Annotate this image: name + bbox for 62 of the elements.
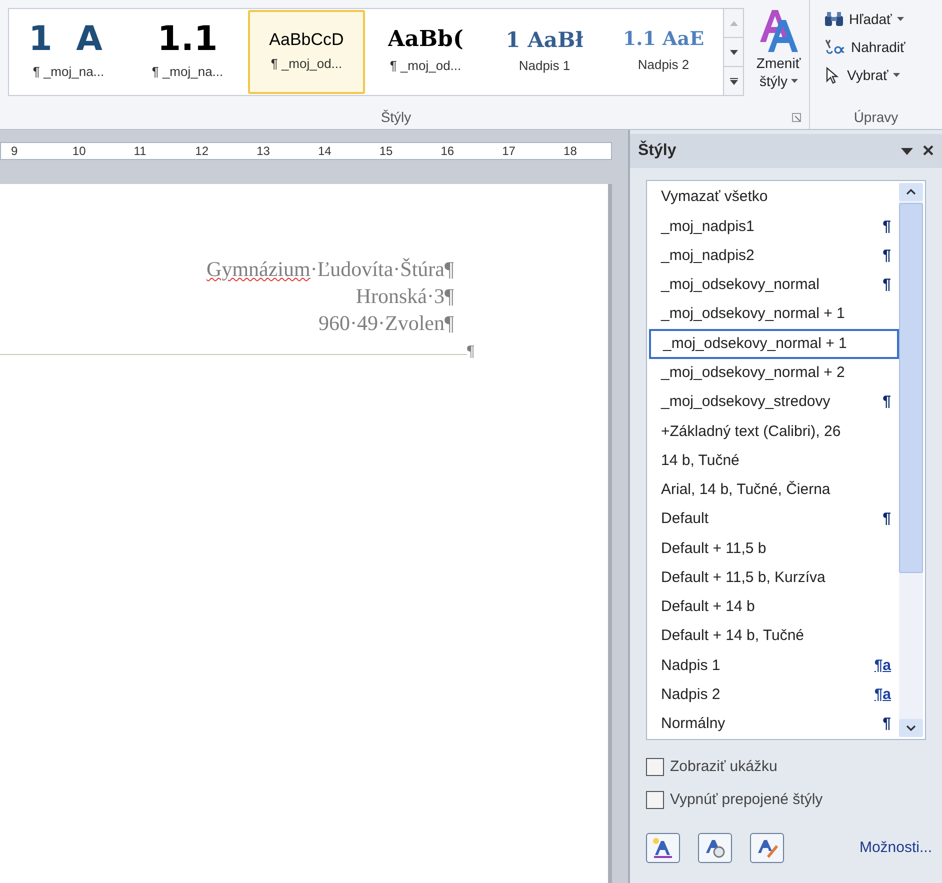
change-styles-button[interactable]: Zmeniť štýly xyxy=(748,0,809,106)
style-list-item[interactable]: _moj_odsekovy_stredovy ¶ xyxy=(647,388,899,418)
edit-style-icon xyxy=(755,837,779,859)
style-gallery-item[interactable]: 1 AaBł Nadpis 1 xyxy=(486,10,603,94)
group-label: Úpravy xyxy=(854,108,898,127)
options-link[interactable]: Možnosti... xyxy=(859,836,932,860)
style-list-item[interactable]: Nadpis 2 ¶a xyxy=(647,680,899,710)
style-gallery-item[interactable]: AaBb( ¶ _moj_od... xyxy=(367,10,484,94)
new-style-icon xyxy=(651,837,675,859)
style-list-item[interactable]: Default + 14 b xyxy=(647,592,899,622)
up-arrow-icon xyxy=(730,20,738,26)
style-list-item[interactable]: _moj_odsekovy_normal ¶ xyxy=(647,270,899,300)
dialog-launcher-icon[interactable] xyxy=(792,113,801,122)
down-arrow-icon xyxy=(730,50,738,54)
style-list-item[interactable]: _moj_odsekovy_normal + 1 xyxy=(649,329,899,359)
style-gallery-item[interactable]: 1.1 AaE Nadpis 2 xyxy=(605,10,722,94)
checkbox[interactable] xyxy=(646,758,664,776)
close-button[interactable]: × xyxy=(922,141,934,161)
style-list-item[interactable]: Default ¶ xyxy=(647,504,899,534)
checkbox-label: Zobraziť ukážku xyxy=(670,757,778,777)
style-gallery-item[interactable]: 1.1 ¶ _moj_na... xyxy=(129,10,246,94)
style-list-item[interactable]: Default + 11,5 b, Kurzíva xyxy=(647,563,899,593)
binoculars-icon xyxy=(824,11,844,27)
new-style-button[interactable] xyxy=(646,833,680,863)
style-inspector-button[interactable] xyxy=(698,833,732,863)
checkbox-label: Vypnúť prepojené štýly xyxy=(670,790,823,810)
editing-button[interactable]: Hľadať xyxy=(824,6,942,32)
style-list-item[interactable]: Nadpis 1 ¶a xyxy=(647,651,899,681)
pane-title: Štýly xyxy=(638,140,678,161)
group-label: Štýly xyxy=(380,108,412,127)
editing-button[interactable]: Vybrať xyxy=(824,62,942,88)
address-line: Gymnázium·Ľudovíta·Štúra¶ xyxy=(206,256,454,283)
dropdown-arrow-icon xyxy=(893,73,900,77)
manage-styles-button[interactable] xyxy=(750,833,784,863)
style-list-item[interactable]: Normálny ¶ xyxy=(647,710,899,740)
style-list-item[interactable]: +Základný text (Calibri), 26 xyxy=(647,417,899,446)
dropdown-arrow-icon xyxy=(901,148,914,154)
dropdown-arrow-icon xyxy=(790,79,798,83)
editing-button[interactable]: Nahradiť xyxy=(824,34,942,60)
horizontal-ruler: 9 10 11 12 13 14 15 16 17 18 xyxy=(0,142,612,160)
checkbox[interactable] xyxy=(646,790,664,809)
style-list-item[interactable]: _moj_odsekovy_normal + 1 xyxy=(647,300,899,330)
style-list-item[interactable]: _moj_nadpis2 ¶ xyxy=(647,242,899,271)
paragraph-mark: ¶ xyxy=(467,343,474,361)
style-list-item[interactable]: Default + 11,5 b xyxy=(647,534,899,564)
style-gallery-item[interactable]: 1 A ¶ _moj_na... xyxy=(10,10,127,94)
address-line: 960·49·Zvolen¶ xyxy=(318,310,454,337)
style-list-item[interactable]: Default + 14 b, Tučné xyxy=(647,622,899,652)
scrollbar[interactable] xyxy=(899,183,923,737)
style-gallery-item[interactable]: AaBbCcD ¶ _moj_od... xyxy=(248,10,365,94)
style-list-item[interactable]: _moj_odsekovy_normal + 2 xyxy=(647,358,899,388)
style-list-item[interactable]: 14 b, Tučné xyxy=(647,446,899,476)
style-list-item[interactable]: Vymazať všetko xyxy=(647,183,899,212)
more-button[interactable] xyxy=(724,66,743,95)
address-line: Hronská·3¶ xyxy=(356,283,454,310)
scroll-down-button[interactable] xyxy=(724,37,743,66)
style-list-item[interactable]: Arial, 14 b, Tučné, Čierna xyxy=(647,476,899,505)
dropdown-arrow-icon xyxy=(896,17,904,21)
inspect-style-icon xyxy=(703,837,727,859)
style-list-item[interactable]: _moj_nadpis1 ¶ xyxy=(647,212,899,242)
expand-icon xyxy=(730,78,738,84)
replace-icon xyxy=(824,38,846,56)
